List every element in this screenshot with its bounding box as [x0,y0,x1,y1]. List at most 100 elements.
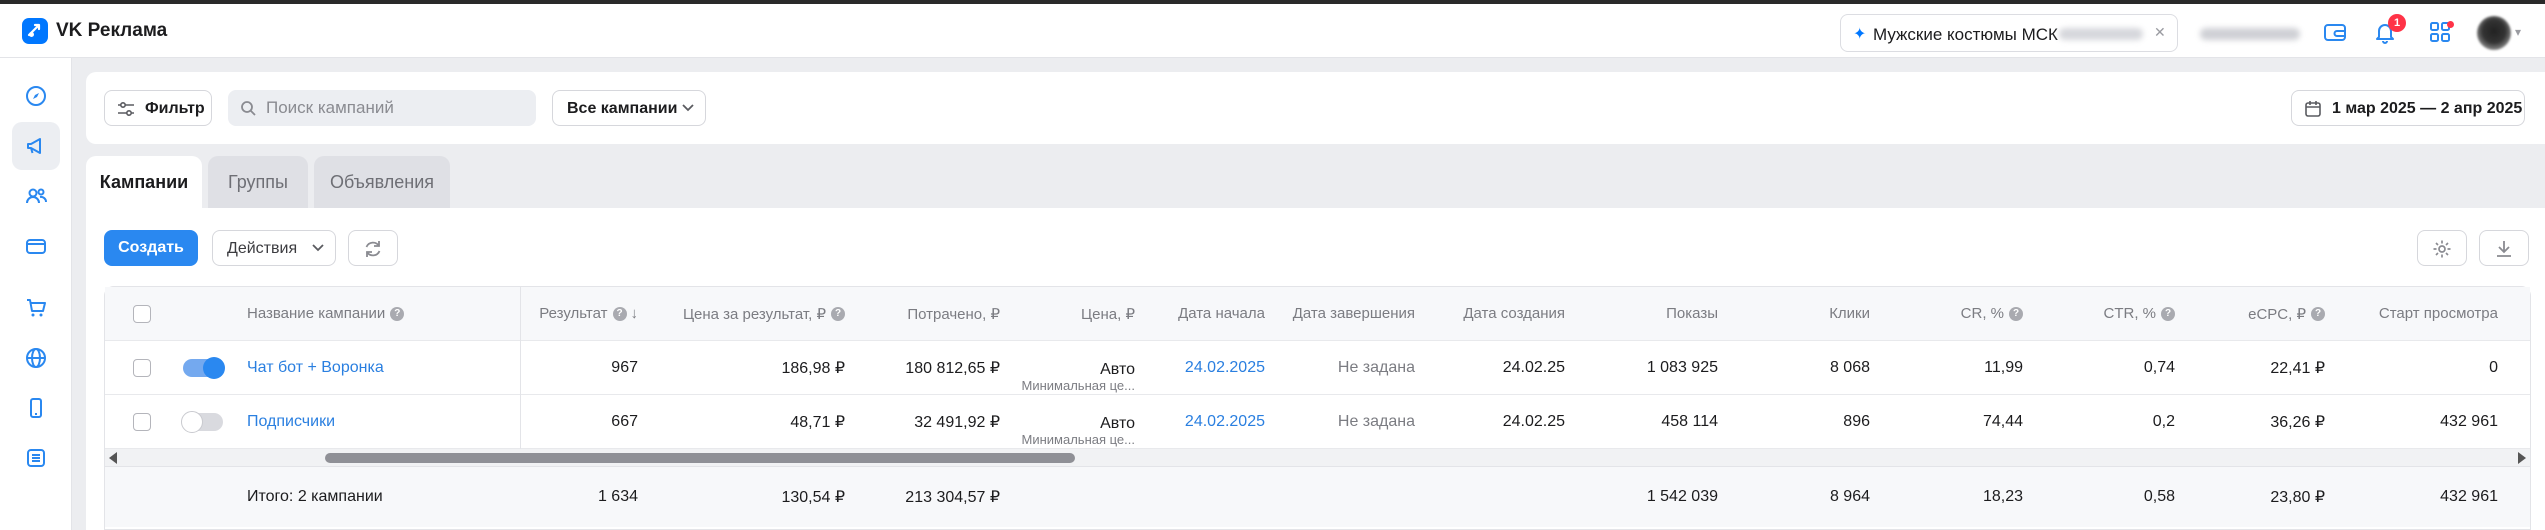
column-header-price[interactable]: Цена, ₽ [1010,287,1135,340]
campaigns-filter-value: Все кампании [567,100,678,117]
sidebar-item-overview[interactable] [12,72,60,120]
cell-result: 667 [611,412,638,430]
column-header-impressions[interactable]: Показы [1575,287,1718,340]
date-range-picker[interactable]: 1 мар 2025 — 2 апр 2025 [2291,90,2525,126]
search-input[interactable] [266,90,526,126]
download-button[interactable] [2479,230,2529,266]
campaign-name[interactable]: Подписчики [247,413,335,431]
total-cr: 18,23 [1982,488,2023,505]
tab-groups[interactable]: Группы [208,156,308,208]
campaign-status-toggle[interactable] [183,356,225,379]
row-checkbox[interactable] [133,412,151,431]
column-header-spent[interactable]: Потрачено, ₽ [865,287,1000,340]
phone-icon [30,398,42,418]
total-result: 1 634 [597,488,638,505]
scroll-right-icon[interactable] [2518,452,2526,464]
campaigns-filter-select[interactable]: Все кампании [552,90,706,126]
price-mode: Авто [1100,414,1135,432]
header-label: eCPC, ₽ [2248,305,2306,323]
table-settings-button[interactable] [2417,230,2467,266]
column-header-end-date[interactable]: Дата завершения [1270,287,1415,340]
sidebar-item-ecommerce[interactable] [12,284,60,332]
account-id-redacted [2200,28,2300,40]
column-header-clicks[interactable]: Клики [1725,287,1870,340]
project-name: Мужские костюмы МСК [1873,25,2058,44]
cell-end-date: Не задана [1337,412,1415,430]
column-header-created-date[interactable]: Дата создания [1425,287,1565,340]
wallet-icon [26,239,46,254]
cell-spent: 32 491,92 ₽ [914,413,1000,431]
campaign-status-toggle[interactable] [181,410,223,433]
cell-created-date: 24.02.25 [1502,358,1565,376]
table-total-row: Итого: 2 кампании 1 634 130,54 ₽ 213 304… [105,467,2530,527]
app-title[interactable]: VK Реклама [56,20,167,42]
info-icon[interactable]: ? [2311,306,2325,321]
price-strategy: Минимальная це... [1021,433,1135,448]
gear-icon [2433,240,2451,258]
wallet-icon[interactable] [2322,19,2348,45]
campaigns-panel: Создать Действия Название кампании? Резу… [86,208,2545,530]
date-range-label: 1 мар 2025 — 2 апр 2025 [2332,100,2523,117]
start-date-link[interactable]: 24.02.2025 [1185,359,1265,377]
compass-icon [26,86,46,106]
column-header-ctr[interactable]: CTR, %? [2030,287,2175,340]
info-icon[interactable]: ? [612,306,627,321]
cell-result: 967 [611,358,638,376]
info-icon[interactable]: ? [390,306,405,321]
start-date-link[interactable]: 24.02.2025 [1185,413,1265,431]
sidebar-item-budget[interactable] [12,222,60,270]
refresh-button[interactable] [348,230,398,266]
column-header-cost-per-result[interactable]: Цена за результат, ₽? [645,287,845,340]
filter-button-label: Фильтр [145,100,205,117]
campaign-name[interactable]: Чат бот + Воронка [247,359,384,377]
refresh-icon [365,241,381,257]
scrollbar-thumb[interactable] [325,453,1075,463]
vk-ads-logo-icon[interactable] [22,18,48,44]
sidebar-item-apps[interactable] [12,384,60,432]
sidebar-item-campaigns[interactable] [12,122,60,170]
toggle-knob [203,356,225,379]
cell-clicks: 896 [1843,412,1870,430]
column-header-cr[interactable]: CR, %? [1880,287,2023,340]
column-header-result[interactable]: Результат? ↓ [525,287,638,340]
cell-impressions: 1 083 925 [1646,358,1718,376]
filter-button[interactable]: Фильтр [104,90,212,126]
tab-ads[interactable]: Объявления [314,156,450,208]
sidebar-item-sites[interactable] [12,334,60,382]
column-header-name[interactable]: Название кампании? [247,287,507,340]
campaign-name-link[interactable]: Чат бот + Воронка [247,341,507,394]
cell-end-date: Не задана [1337,358,1415,376]
project-selector[interactable]: ✦ Мужские костюмы МСК ✕ [1840,14,2178,52]
tab-campaigns[interactable]: Кампании [86,156,202,208]
header-label: Цена за результат, ₽ [682,305,826,323]
horizontal-scrollbar[interactable] [105,449,2530,467]
cell-ctr: 0,2 [2152,412,2175,430]
info-icon[interactable]: ? [2009,306,2023,321]
campaign-name-link[interactable]: Подписчики [247,395,507,448]
header-label: Результат [539,305,608,322]
actions-dropdown[interactable]: Действия [212,230,336,266]
create-button[interactable]: Создать [104,230,198,266]
info-icon[interactable]: ? [831,306,845,321]
sidebar-item-audiences[interactable] [12,172,60,220]
clear-icon[interactable]: ✕ [2154,24,2166,41]
sidebar-item-lists[interactable] [12,434,60,482]
cell-ecpc: 36,26 ₽ [2270,413,2325,431]
column-header-view-start[interactable]: Старт просмотра [2335,287,2498,340]
row-checkbox[interactable] [133,358,151,377]
avatar[interactable] [2477,16,2511,50]
scroll-left-icon[interactable] [109,452,117,464]
column-header-start-date[interactable]: Дата начала [1145,287,1265,340]
select-all-checkbox[interactable] [133,304,151,323]
chevron-down-icon[interactable]: ▾ [2515,25,2521,39]
header-label: Потрачено, ₽ [907,305,1000,323]
cell-price: Авто Минимальная це... [1010,395,1135,448]
info-icon[interactable]: ? [2161,306,2175,321]
total-impressions: 1 542 039 [1646,488,1718,505]
column-header-ecpc[interactable]: eCPC, ₽? [2185,287,2325,340]
cell-ctr: 0,74 [2143,358,2175,376]
cell-start-date[interactable]: 24.02.2025 [1145,395,1265,448]
cell-cr: 74,44 [1982,412,2023,430]
total-clicks: 8 964 [1829,488,1870,505]
cell-start-date[interactable]: 24.02.2025 [1145,341,1265,394]
